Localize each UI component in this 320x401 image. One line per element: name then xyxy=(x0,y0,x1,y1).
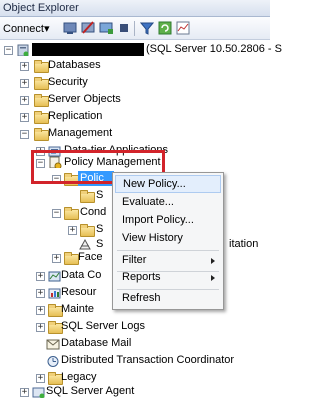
label-conditions: Cond xyxy=(80,206,107,218)
label-security: Security xyxy=(48,76,88,88)
tree-item-databases[interactable]: + Databases xyxy=(0,58,280,75)
object-explorer-toolbar: Connect▾ xyxy=(0,17,270,40)
label-sql-server-agent: SQL Server Agent xyxy=(46,385,135,397)
context-menu: New Policy... Evaluate... Import Policy.… xyxy=(112,172,224,310)
folder-icon xyxy=(34,94,49,107)
server-icon xyxy=(17,44,29,56)
refresh-icon[interactable] xyxy=(157,20,173,36)
expand-toggle[interactable]: + xyxy=(20,96,29,105)
tree-item-security[interactable]: + Security xyxy=(0,75,280,92)
label-facets: Face xyxy=(78,251,103,263)
menu-label-new-policy: New Policy... xyxy=(123,178,186,190)
folder-icon xyxy=(64,252,79,265)
folder-icon xyxy=(34,60,49,73)
resource-governor-icon xyxy=(48,288,61,299)
menu-label-reports: Reports xyxy=(122,271,161,283)
label-maintenance-plans: Mainte xyxy=(61,303,95,315)
label-sql-server-logs: SQL Server Logs xyxy=(61,320,145,332)
expand-toggle[interactable]: + xyxy=(20,79,29,88)
expand-toggle[interactable]: + xyxy=(68,226,77,235)
label-server-objects: Server Objects xyxy=(48,93,121,105)
dtc-icon xyxy=(47,356,59,367)
menu-item-reports[interactable]: Reports xyxy=(115,269,221,287)
collapse-toggle[interactable]: − xyxy=(52,209,61,218)
activity-monitor-icon[interactable] xyxy=(175,20,191,36)
folder-icon xyxy=(64,207,79,220)
menu-label-refresh: Refresh xyxy=(122,292,161,304)
collapse-toggle[interactable]: − xyxy=(4,46,13,55)
disconnect-icon[interactable] xyxy=(80,20,96,36)
menu-item-import-policy[interactable]: Import Policy... xyxy=(115,212,221,230)
tree-item-sql-server-logs[interactable]: + SQL Server Logs xyxy=(0,319,280,336)
server-version-label: (SQL Server 10.50.2806 - S xyxy=(146,43,282,55)
data-collection-icon xyxy=(48,271,61,282)
label-legacy: Legacy xyxy=(61,371,97,383)
object-explorer-titlebar: Object Explorer xyxy=(0,0,270,17)
menu-label-view-history: View History xyxy=(122,232,183,244)
stop-icon[interactable] xyxy=(116,20,132,36)
expand-toggle[interactable]: + xyxy=(36,272,45,281)
tree-item-dtc[interactable]: Distributed Transaction Coordinator xyxy=(0,353,280,370)
sql-agent-icon xyxy=(32,387,45,398)
tree-item-database-mail[interactable]: Database Mail xyxy=(0,336,280,353)
menu-item-new-policy[interactable]: New Policy... xyxy=(115,175,221,193)
tree-item-sql-server-agent[interactable]: + SQL Server Agent xyxy=(0,384,280,401)
menu-item-view-history[interactable]: View History xyxy=(115,230,221,248)
label-s2: S xyxy=(96,223,104,235)
tree-row-server[interactable]: − (SQL Server 10.50.2806 - S xyxy=(0,42,282,59)
expand-toggle[interactable]: + xyxy=(20,62,29,71)
connect-button[interactable]: Connect▾ xyxy=(3,20,50,36)
folder-icon xyxy=(34,128,49,141)
condition-icon xyxy=(79,238,91,250)
label-data-collection: Data Co xyxy=(61,269,102,281)
toolbar-separator xyxy=(134,21,135,36)
label-resource-governor: Resour xyxy=(61,286,97,298)
database-mail-icon xyxy=(46,339,60,350)
folder-icon xyxy=(34,111,49,124)
expand-toggle[interactable]: + xyxy=(36,374,45,383)
label-replication: Replication xyxy=(48,110,103,122)
collapse-toggle[interactable]: − xyxy=(20,130,29,139)
menu-label-import-policy: Import Policy... xyxy=(122,214,194,226)
expand-toggle[interactable]: + xyxy=(36,306,45,315)
connect-label: Connect▾ xyxy=(3,22,50,35)
tree-item-server-objects[interactable]: + Server Objects xyxy=(0,92,280,109)
folder-icon xyxy=(34,77,49,90)
folder-icon xyxy=(80,224,95,237)
menu-item-refresh[interactable]: Refresh xyxy=(115,290,221,308)
filter-icon[interactable] xyxy=(139,20,155,36)
label-database-mail: Database Mail xyxy=(61,337,132,349)
expand-toggle[interactable]: + xyxy=(36,323,45,332)
submenu-arrow-icon xyxy=(211,258,215,264)
register-server-icon[interactable] xyxy=(98,20,114,36)
expand-toggle[interactable]: + xyxy=(20,388,29,397)
expand-toggle[interactable]: + xyxy=(20,113,29,122)
submenu-arrow-icon xyxy=(211,275,215,281)
label-databases: Databases xyxy=(48,59,101,71)
expand-toggle[interactable]: + xyxy=(36,289,45,298)
label-dtc: Distributed Transaction Coordinator xyxy=(61,354,235,366)
label-s1: S xyxy=(96,189,104,201)
window-title: Object Explorer xyxy=(3,2,79,14)
expand-toggle[interactable]: + xyxy=(52,254,61,263)
tree-item-replication[interactable]: + Replication xyxy=(0,109,280,126)
menu-separator xyxy=(117,250,219,251)
tree-item-management[interactable]: − Management xyxy=(0,126,280,143)
redacted-server-name xyxy=(32,43,144,56)
label-management: Management xyxy=(48,127,113,139)
menu-label-filter: Filter xyxy=(122,254,147,266)
folder-icon xyxy=(80,190,95,203)
connect-object-explorer-icon[interactable] xyxy=(62,20,78,36)
menu-item-filter[interactable]: Filter xyxy=(115,252,221,270)
menu-item-evaluate[interactable]: Evaluate... xyxy=(115,194,221,212)
menu-label-evaluate: Evaluate... xyxy=(122,196,174,208)
